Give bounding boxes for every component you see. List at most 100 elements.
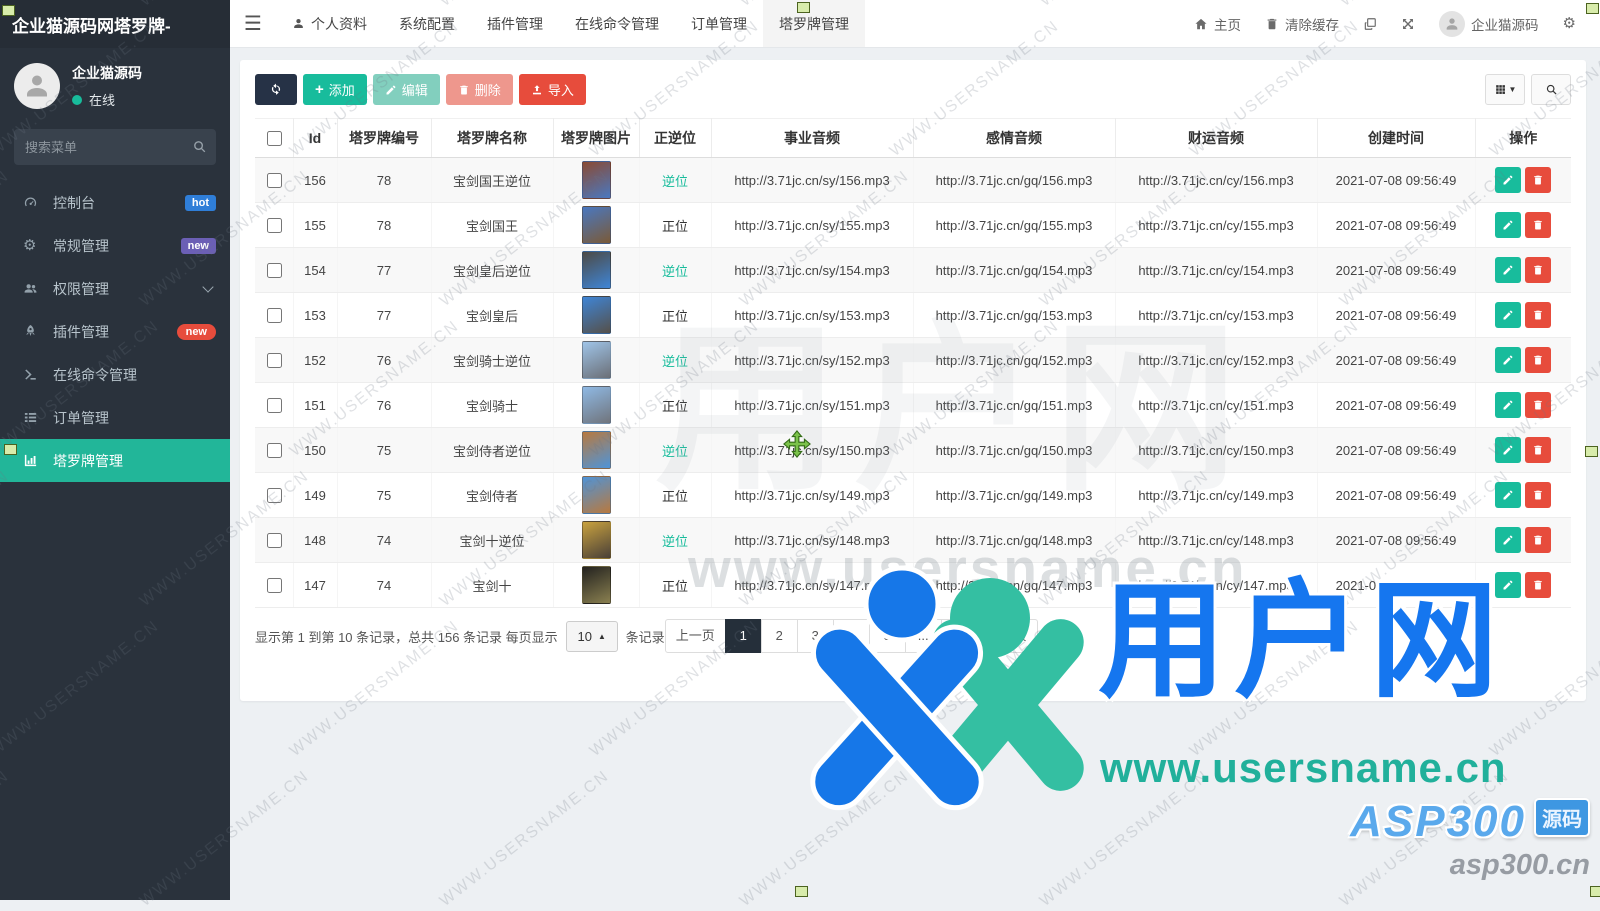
navbar-settings[interactable]: ⚙ xyxy=(1551,0,1588,48)
cell-wealth-audio: http://3.71jc.cn/cy/155.mp3 xyxy=(1115,202,1318,248)
sidebar-item-general[interactable]: ⚙ 常规管理 new xyxy=(0,224,230,267)
sidebar-item-dashboard[interactable]: 控制台 hot xyxy=(0,181,230,224)
page-size-select[interactable]: 10 ▲ xyxy=(565,620,618,652)
page-button[interactable]: 4 xyxy=(832,619,870,653)
import-label: 导入 xyxy=(547,83,574,98)
tab-order[interactable]: 订单管理 xyxy=(675,0,763,47)
cell-name: 宝剑侍者逆位 xyxy=(431,427,554,473)
tarot-card-image[interactable] xyxy=(581,566,611,604)
delete-button[interactable]: 删除 xyxy=(445,74,513,105)
trash-icon xyxy=(1532,398,1544,413)
row-checkbox[interactable] xyxy=(266,172,282,188)
tarot-card-image[interactable] xyxy=(581,296,611,334)
tarot-card-image[interactable] xyxy=(581,161,611,199)
cell-id: 155 xyxy=(293,202,338,248)
add-button[interactable]: + 添加 xyxy=(303,74,367,105)
calibration-marker xyxy=(1585,446,1598,457)
page-button[interactable]: 下一页 xyxy=(976,619,1038,653)
import-button[interactable]: 导入 xyxy=(518,74,586,105)
row-checkbox[interactable] xyxy=(266,442,282,458)
sidebar-item-addon[interactable]: 插件管理 new xyxy=(0,310,230,353)
tarot-card-image[interactable] xyxy=(581,476,611,514)
hamburger-icon: ☰ xyxy=(244,13,262,35)
row-checkbox[interactable] xyxy=(266,577,282,593)
navbar-page-switch[interactable] xyxy=(1351,0,1389,48)
page-button[interactable]: 上一页 xyxy=(664,619,726,653)
row-checkbox[interactable] xyxy=(266,532,282,548)
search-toggle-button[interactable] xyxy=(1531,74,1571,105)
row-checkbox[interactable] xyxy=(266,307,282,323)
page-button[interactable]: ... xyxy=(904,619,942,653)
tab-command[interactable]: 在线命令管理 xyxy=(559,0,675,47)
tarot-card-image[interactable] xyxy=(581,341,611,379)
cell-position: 正位 xyxy=(661,308,688,324)
delete-row-button[interactable] xyxy=(1525,167,1552,193)
navbar-clear-cache[interactable]: 清除缓存 xyxy=(1253,0,1351,48)
sidebar-item-command[interactable]: 在线命令管理 xyxy=(0,353,230,396)
tab-tarot[interactable]: 塔罗牌管理 xyxy=(763,0,865,47)
tarot-card-image[interactable] xyxy=(581,431,611,469)
sidebar-item-order[interactable]: 订单管理 xyxy=(0,396,230,439)
tab-addon[interactable]: 插件管理 xyxy=(471,0,559,47)
delete-row-button[interactable] xyxy=(1525,212,1552,238)
edit-row-button[interactable] xyxy=(1495,257,1522,283)
edit-row-button[interactable] xyxy=(1495,302,1522,328)
edit-row-button[interactable] xyxy=(1495,572,1522,598)
edit-row-button[interactable] xyxy=(1495,437,1522,463)
delete-label: 删除 xyxy=(474,83,501,98)
refresh-button[interactable] xyxy=(255,74,297,105)
sidebar-item-auth[interactable]: 权限管理 xyxy=(0,267,230,310)
tab-system-config[interactable]: 系统配置 xyxy=(383,0,471,47)
navbar-home[interactable]: 主页 xyxy=(1182,0,1253,48)
tab-profile[interactable]: 个人资料 xyxy=(276,0,383,47)
edit-row-button[interactable] xyxy=(1495,167,1522,193)
cell-created: 2021-07-08 09:56:49 xyxy=(1317,292,1476,338)
row-checkbox[interactable] xyxy=(266,352,282,368)
tarot-card-image[interactable] xyxy=(581,251,611,289)
navbar-user[interactable]: 企业猫源码 xyxy=(1427,0,1551,48)
row-checkbox[interactable] xyxy=(266,487,282,503)
page-button[interactable]: 3 xyxy=(796,619,834,653)
sidebar-menu: 控制台 hot ⚙ 常规管理 new 权限管理 插件管理 new 在线命令管理 订单管理 塔罗牌管理 xyxy=(0,181,230,482)
edit-row-button[interactable] xyxy=(1495,482,1522,508)
delete-row-button[interactable] xyxy=(1525,347,1552,373)
tarot-card-image[interactable] xyxy=(581,386,611,424)
edit-row-button[interactable] xyxy=(1495,392,1522,418)
delete-row-button[interactable] xyxy=(1525,257,1552,283)
sidebar-item-tarot[interactable]: 塔罗牌管理 xyxy=(0,439,230,482)
delete-row-button[interactable] xyxy=(1525,302,1552,328)
tarot-card-image[interactable] xyxy=(581,206,611,244)
columns-toggle-button[interactable]: ▼ xyxy=(1485,74,1525,105)
pencil-icon xyxy=(1502,218,1514,233)
row-checkbox[interactable] xyxy=(266,262,282,278)
delete-row-button[interactable] xyxy=(1525,392,1552,418)
chart-icon xyxy=(23,453,44,468)
trash-icon xyxy=(1532,533,1544,548)
edit-button[interactable]: 编辑 xyxy=(372,74,440,105)
row-checkbox[interactable] xyxy=(266,217,282,233)
cell-position: 正位 xyxy=(661,398,688,414)
select-all-checkbox[interactable] xyxy=(266,130,282,146)
edit-row-button[interactable] xyxy=(1495,527,1522,553)
table-row: 154 77 宝剑皇后逆位 逆位 http://3.71jc.cn/sy/154.mp3… xyxy=(255,247,1571,293)
page-button[interactable]: 2 xyxy=(760,619,798,653)
row-checkbox[interactable] xyxy=(266,397,282,413)
tab-label: 插件管理 xyxy=(487,15,543,32)
delete-row-button[interactable] xyxy=(1525,437,1552,463)
cell-position: 正位 xyxy=(661,488,688,504)
page-button[interactable]: 16 xyxy=(940,619,978,653)
delete-row-button[interactable] xyxy=(1525,572,1552,598)
edit-row-button[interactable] xyxy=(1495,212,1522,238)
navbar-fullscreen[interactable] xyxy=(1389,0,1427,48)
delete-row-button[interactable] xyxy=(1525,482,1552,508)
menu-toggle-button[interactable]: ☰ xyxy=(230,0,276,47)
menu-search-input[interactable] xyxy=(14,129,216,165)
delete-row-button[interactable] xyxy=(1525,527,1552,553)
edit-row-button[interactable] xyxy=(1495,347,1522,373)
tarot-card-image[interactable] xyxy=(581,521,611,559)
sidebar-item-label: 控制台 xyxy=(53,194,95,211)
pagination-info-suffix: 条记录 xyxy=(625,629,665,645)
page-current[interactable]: 1 xyxy=(724,619,762,653)
page-button[interactable]: 5 xyxy=(868,619,906,653)
tab-label: 订单管理 xyxy=(691,15,747,32)
